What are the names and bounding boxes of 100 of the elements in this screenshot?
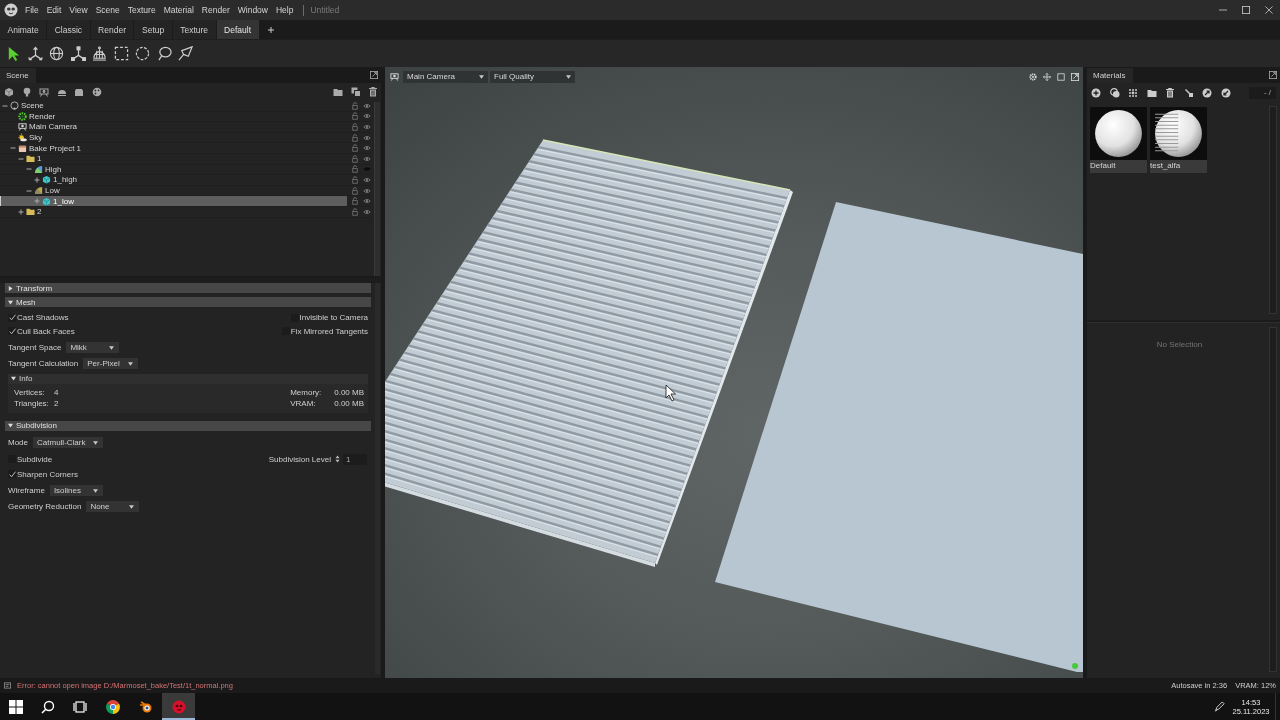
stamp-icon[interactable]	[1183, 88, 1194, 98]
lock-icon[interactable]	[351, 101, 359, 110]
eye-icon[interactable]	[363, 112, 371, 121]
page-field[interactable]: - /	[1249, 87, 1276, 99]
scrollbar[interactable]	[374, 102, 380, 276]
menu-item[interactable]: View	[65, 4, 92, 16]
stat-value: 0.00 MB	[334, 388, 364, 398]
minus-icon[interactable]	[18, 155, 24, 162]
eye-icon[interactable]	[363, 175, 371, 184]
cube-icon[interactable]	[4, 86, 14, 97]
minus-icon[interactable]	[26, 187, 32, 194]
minus-icon[interactable]	[2, 102, 8, 109]
layout-tab[interactable]: Animate	[0, 20, 48, 39]
eye-icon[interactable]	[363, 197, 371, 206]
section-header[interactable]: Mesh	[5, 297, 371, 307]
menu-item[interactable]: Help	[272, 4, 298, 16]
panel-tab[interactable]: Materials	[1087, 68, 1133, 83]
dots-grid-icon[interactable]	[1128, 88, 1138, 98]
menu-item[interactable]: Texture	[123, 4, 160, 16]
menu-item[interactable]: Edit	[42, 4, 66, 16]
lock-icon[interactable]	[351, 133, 359, 142]
folder-icon[interactable]	[333, 86, 343, 97]
polygon-lasso-icon	[178, 46, 194, 61]
dropdown[interactable]: Catmull-Clark	[33, 437, 104, 448]
light-bulb-icon[interactable]	[21, 86, 32, 97]
eye-icon[interactable]	[363, 186, 371, 195]
lock-icon[interactable]	[351, 123, 359, 131]
panel-tab[interactable]: Scene	[0, 68, 36, 83]
dropdown[interactable]: Isolines	[49, 485, 103, 496]
minus-icon[interactable]	[10, 145, 16, 152]
layout-tab[interactable]: Default	[216, 20, 260, 39]
lock-icon[interactable]	[351, 197, 359, 206]
plus-circle-icon[interactable]	[1091, 88, 1101, 98]
menu-item[interactable]: Window	[233, 4, 272, 16]
layout-tab[interactable]: Texture	[172, 20, 217, 39]
checkbox[interactable]	[8, 327, 16, 336]
camera-dropdown[interactable]: Main Camera	[403, 70, 488, 83]
dropdown[interactable]: None	[86, 501, 140, 512]
section-header[interactable]: Transform	[5, 283, 371, 293]
move-icon[interactable]	[1043, 72, 1051, 81]
material-tile[interactable]: test_alfa	[1150, 107, 1207, 173]
viewport[interactable]: Main Camera Full Quality	[385, 67, 1083, 678]
quality-dropdown[interactable]: Full Quality	[490, 70, 575, 83]
app-logo-icon[interactable]	[4, 3, 18, 17]
layout-tab[interactable]: Setup	[134, 20, 173, 39]
trash-icon[interactable]	[1165, 88, 1175, 98]
material-tile[interactable]: Default	[1090, 107, 1147, 173]
group-header[interactable]: Info	[8, 373, 368, 384]
camera-icon[interactable]	[39, 86, 49, 97]
plus-icon[interactable]	[34, 176, 40, 183]
eye-icon[interactable]	[363, 133, 371, 142]
dropdown[interactable]: Mikk	[66, 342, 120, 353]
document-title: Untitled	[303, 4, 340, 16]
duplicate-icon[interactable]	[350, 86, 361, 97]
pen-icon[interactable]	[1214, 701, 1225, 712]
trash-icon[interactable]	[368, 86, 378, 97]
section-header[interactable]: Subdivision	[5, 420, 371, 431]
menu-item[interactable]: File	[21, 4, 43, 16]
tree-item[interactable]: 1_low	[1, 196, 347, 206]
popout-icon[interactable]	[370, 71, 378, 79]
lock-icon[interactable]	[351, 186, 359, 195]
settings-icon[interactable]	[1029, 72, 1037, 81]
checkbox[interactable]	[8, 470, 16, 479]
dropdown[interactable]: Per-Pixel	[83, 358, 138, 369]
eye-icon[interactable]	[363, 207, 371, 216]
lock-icon[interactable]	[351, 207, 359, 216]
fan-icon	[34, 186, 43, 196]
menu-item[interactable]: Material	[159, 4, 198, 16]
square-icon[interactable]	[1057, 72, 1065, 81]
circle-arrow-icon[interactable]	[1220, 88, 1231, 98]
number-field[interactable]: 1	[343, 453, 367, 465]
minus-icon[interactable]	[26, 166, 32, 173]
palette-icon[interactable]	[91, 86, 102, 97]
eye-icon[interactable]	[363, 123, 371, 131]
lock-icon[interactable]	[351, 144, 359, 153]
lock-icon[interactable]	[351, 165, 359, 174]
camera-icon[interactable]	[390, 72, 399, 81]
menu-item[interactable]: Scene	[91, 4, 124, 16]
checkbox-label: Subdivide	[17, 454, 53, 464]
triangle-icon	[11, 376, 16, 381]
eye-icon[interactable]	[363, 154, 371, 163]
circle-arrow-icon[interactable]	[1202, 88, 1212, 98]
lock-icon[interactable]	[351, 175, 359, 184]
block-icon[interactable]	[74, 86, 84, 97]
up-down-arrows-icon[interactable]	[335, 455, 340, 464]
plus-icon[interactable]	[18, 208, 24, 215]
menu-item[interactable]: Render	[197, 4, 234, 16]
checkbox-label: Fix Mirrored Tangents	[290, 326, 368, 336]
layout-tab[interactable]: Classic	[47, 20, 91, 39]
layout-tab[interactable]: Render	[90, 20, 135, 39]
lock-icon[interactable]	[351, 154, 359, 163]
console-icon[interactable]	[4, 682, 11, 689]
taskbar-app-button[interactable]	[162, 693, 195, 720]
checkbox[interactable]	[8, 313, 16, 322]
eye-icon[interactable]	[363, 144, 371, 153]
popout-icon[interactable]	[1269, 71, 1277, 79]
eye-icon[interactable]	[363, 101, 371, 110]
lock-icon[interactable]	[351, 112, 359, 121]
folder-icon[interactable]	[1146, 88, 1157, 98]
duplicate-circle-icon[interactable]	[1109, 88, 1120, 98]
